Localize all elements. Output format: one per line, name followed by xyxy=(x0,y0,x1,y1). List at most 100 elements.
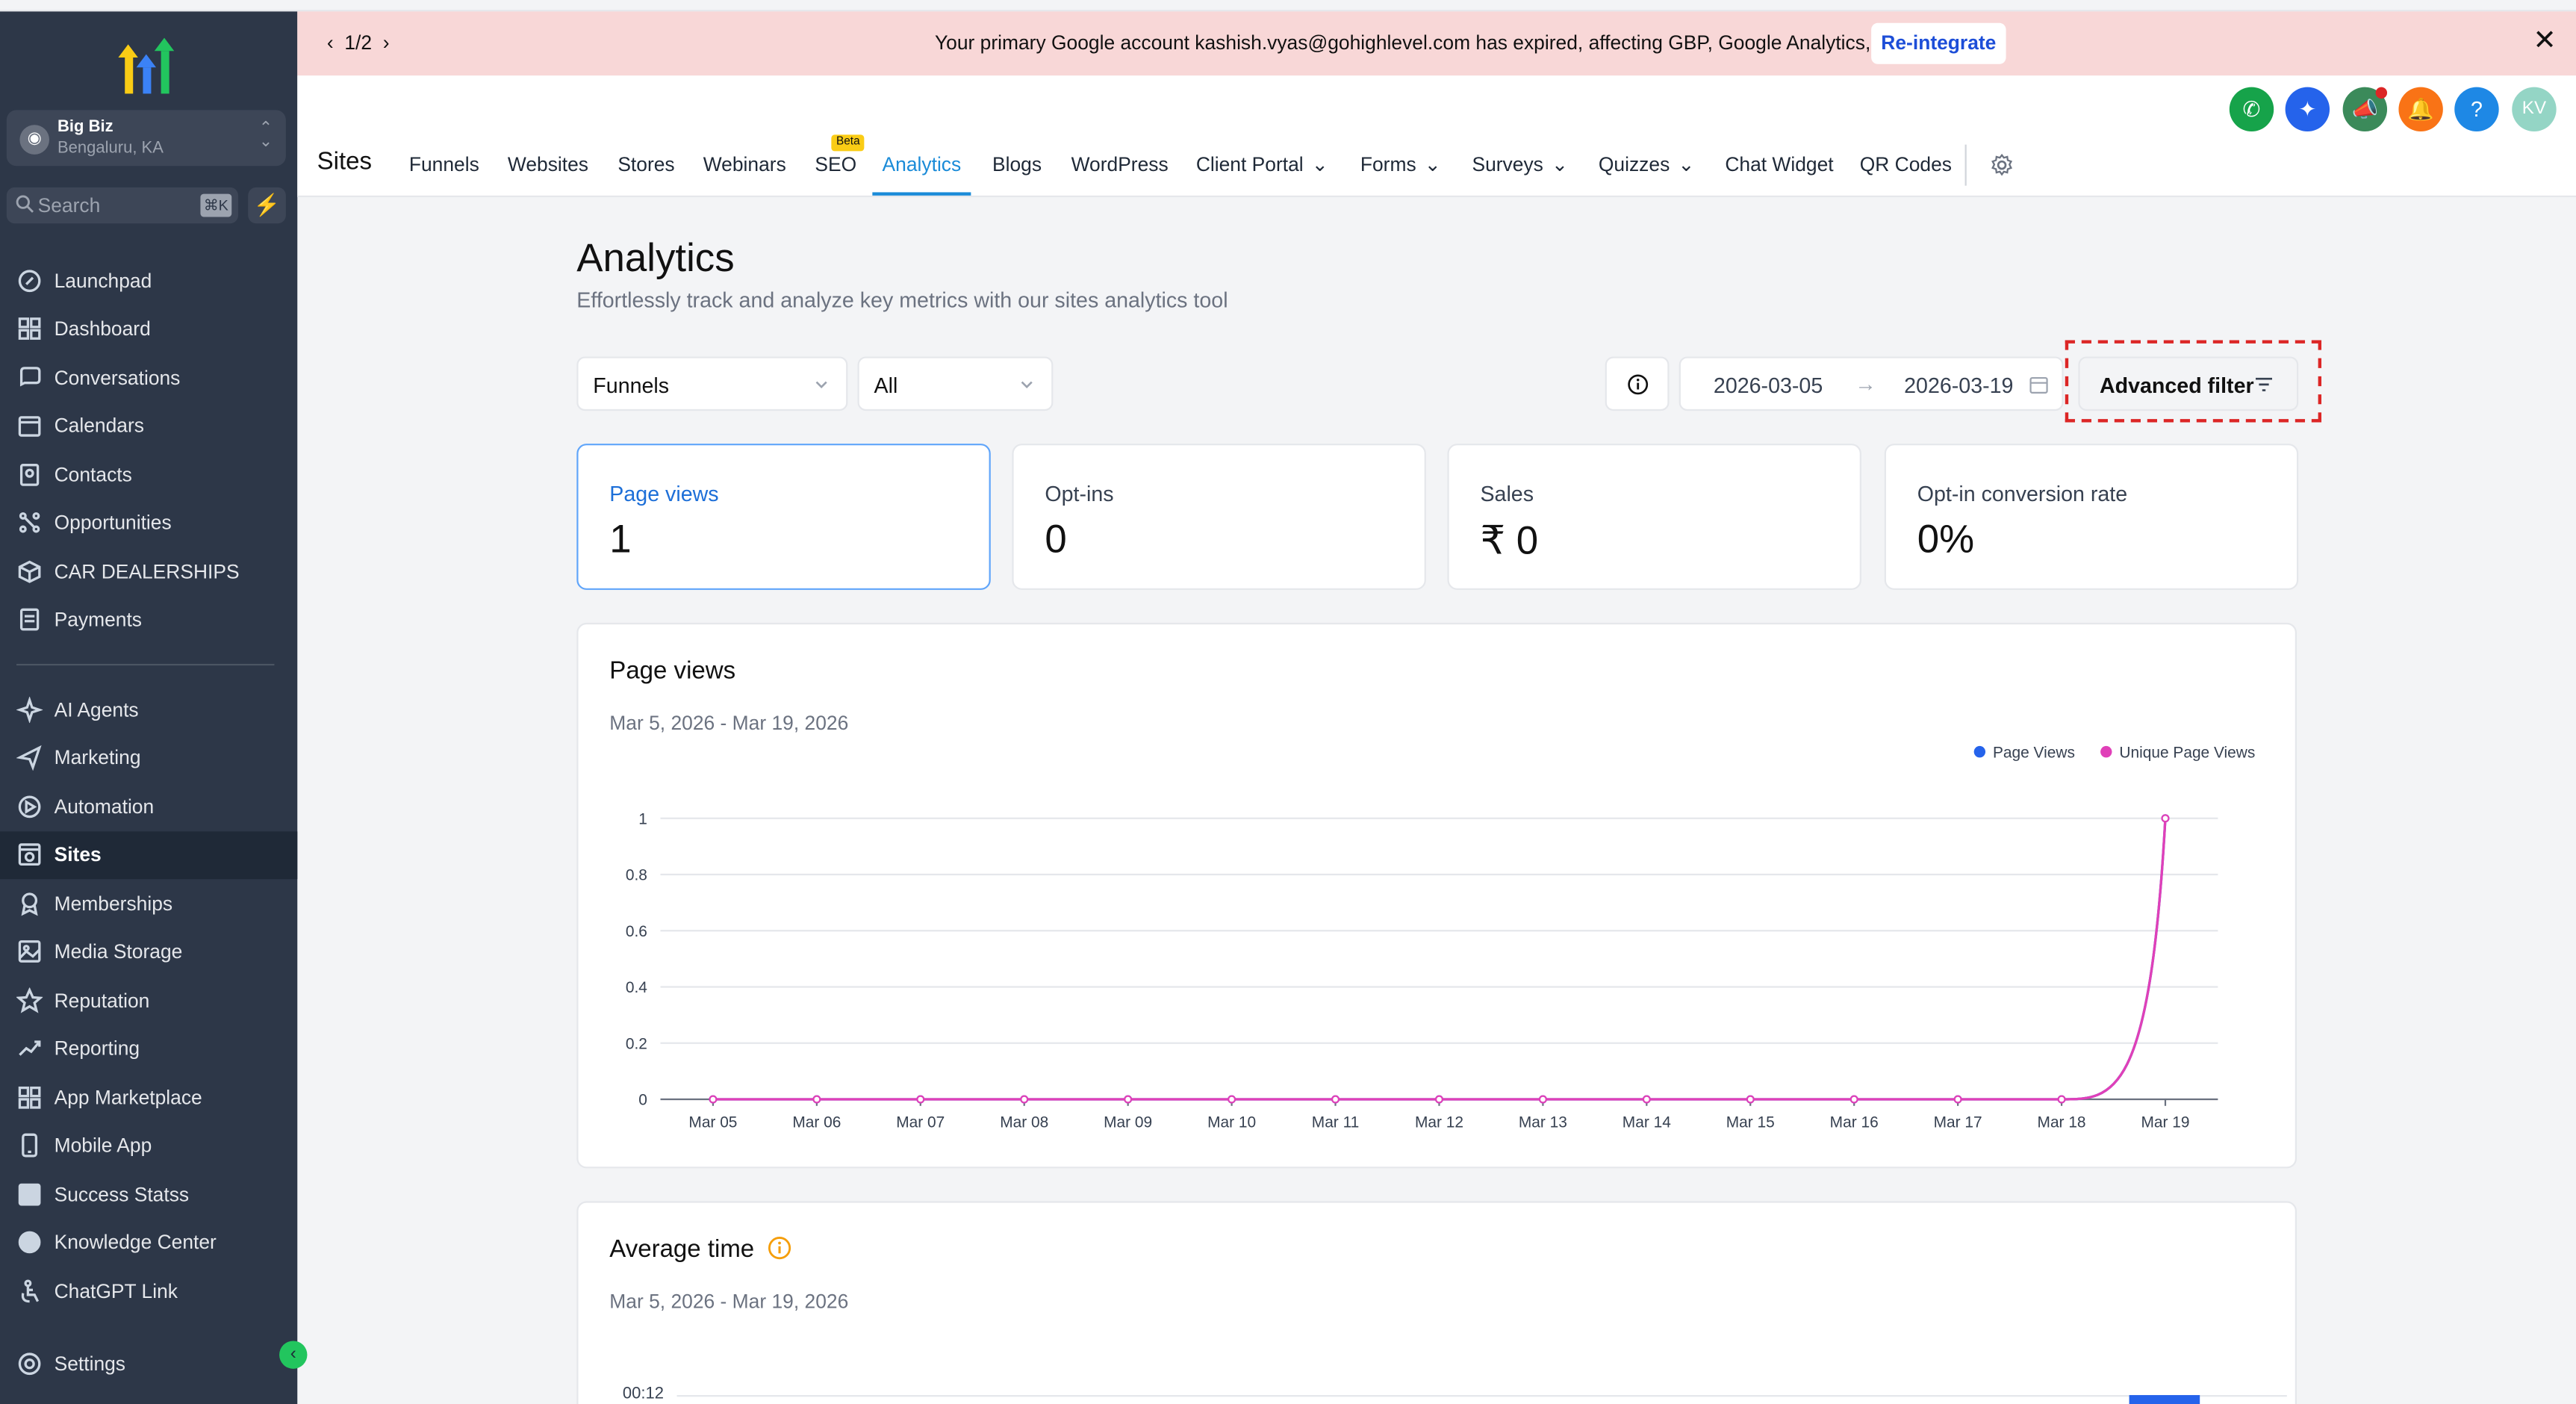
avatar[interactable]: KV xyxy=(2512,87,2557,132)
stat-card-sales[interactable]: Sales ₹ 0 xyxy=(1447,444,1861,590)
stat-card-page-views[interactable]: Page views 1 xyxy=(576,444,991,590)
page-views-panel: Page views Mar 5, 2026 - Mar 19, 2026 00… xyxy=(576,622,2297,1169)
tab-label: SEO xyxy=(815,152,857,176)
tab-chat-widget[interactable]: Chat Widget xyxy=(1725,153,1833,196)
help-icon[interactable]: ? xyxy=(2454,87,2499,132)
success-statss-icon xyxy=(18,1182,41,1205)
panel-date-range: Mar 5, 2026 - Mar 19, 2026 xyxy=(609,1290,849,1314)
tab-client-portal[interactable]: Client Portal ⌄ xyxy=(1196,153,1328,196)
info-icon[interactable] xyxy=(768,1236,792,1261)
settings-gear-icon[interactable] xyxy=(1990,153,2015,178)
arrow-right-icon: → xyxy=(1855,371,1876,397)
tab-label: Websites xyxy=(507,152,589,176)
tab-label: Funnels xyxy=(408,152,479,176)
sidebar-item-label: Settings xyxy=(54,1351,126,1375)
sidebar-item-payments[interactable]: Payments xyxy=(0,596,297,644)
sidebar-item-success-statss[interactable]: Success Statss xyxy=(0,1170,297,1218)
sidebar-item-automation[interactable]: Automation xyxy=(0,782,297,830)
launchpad-icon xyxy=(18,269,41,292)
sidebar-item-marketing[interactable]: Marketing xyxy=(0,733,297,781)
sidebar-item-media-storage[interactable]: Media Storage xyxy=(0,928,297,975)
phone-icon[interactable]: ✆ xyxy=(2229,87,2274,132)
info-button[interactable] xyxy=(1605,356,1670,411)
sidebar-collapse-button[interactable]: ‹ xyxy=(279,1341,308,1369)
tab-websites[interactable]: Websites xyxy=(508,153,588,196)
sidebar-item-sites[interactable]: Sites xyxy=(0,830,298,879)
tab-seo[interactable]: SEO xyxy=(815,153,856,196)
sidebar-item-ai-agents[interactable]: AI Agents xyxy=(0,686,297,733)
sidebar-item-chatgpt-link[interactable]: ChatGPT Link xyxy=(0,1267,297,1314)
tab-stores[interactable]: Stores xyxy=(617,153,674,196)
tab-forms[interactable]: Forms ⌄ xyxy=(1360,153,1441,196)
sidebar-item-label: Marketing xyxy=(54,745,141,769)
ai-agents-icon xyxy=(16,695,43,723)
sidebar-item-memberships[interactable]: Memberships xyxy=(0,879,297,927)
sidebar-search[interactable]: Search ⌘K xyxy=(6,187,239,224)
tab-label: WordPress xyxy=(1071,152,1169,176)
sidebar-item-label: Conversations xyxy=(54,365,181,389)
stat-card-opt-in-conversion-rate[interactable]: Opt-in conversion rate 0% xyxy=(1884,444,2299,590)
sidebar-item-label: Reporting xyxy=(54,1037,140,1060)
sidebar: ◉ Big Biz Bengaluru, KA ⌃ ⌄ Search ⌘K ⚡ L… xyxy=(0,11,298,1404)
tab-surveys[interactable]: Surveys ⌄ xyxy=(1472,153,1568,196)
data-point xyxy=(1124,1095,1133,1104)
tab-webinars[interactable]: Webinars xyxy=(703,153,786,196)
sidebar-item-reporting[interactable]: Reporting xyxy=(0,1025,297,1072)
sidebar-item-dashboard[interactable]: Dashboard xyxy=(0,305,297,352)
sidebar-item-reputation[interactable]: Reputation xyxy=(0,976,297,1024)
tab-separator xyxy=(1964,144,1967,186)
advanced-filter-button[interactable]: Advanced filter xyxy=(2078,356,2299,411)
sidebar-item-conversations[interactable]: Conversations xyxy=(0,353,297,401)
sidebar-item-label: Success Statss xyxy=(54,1182,190,1205)
date-start[interactable]: 2026-03-05 xyxy=(1714,373,1823,397)
stat-label: Sales xyxy=(1480,481,1534,506)
item-select[interactable]: All xyxy=(857,356,1054,411)
tab-wordpress[interactable]: WordPress xyxy=(1071,153,1169,196)
date-range-picker[interactable]: 2026-03-05 → 2026-03-19 xyxy=(1679,356,2064,411)
tab-quizzes[interactable]: Quizzes ⌄ xyxy=(1599,153,1695,196)
automation-icon xyxy=(18,795,41,818)
tab-funnels[interactable]: Funnels xyxy=(409,153,479,196)
banner-pager[interactable]: ‹ 1/2 › xyxy=(327,31,390,55)
stat-value: 1 xyxy=(609,518,632,562)
quick-action-bolt-icon[interactable]: ⚡ xyxy=(248,187,286,224)
sidebar-item-launchpad[interactable]: Launchpad xyxy=(0,256,297,304)
stat-label: Opt-ins xyxy=(1045,481,1114,506)
stat-card-opt-ins[interactable]: Opt-ins 0 xyxy=(1012,444,1426,590)
sidebar-item-calendars[interactable]: Calendars xyxy=(0,402,297,450)
sidebar-item-contacts[interactable]: Contacts xyxy=(0,450,297,498)
banner-message: Your primary Google account kashish.vyas… xyxy=(934,31,1908,55)
date-end[interactable]: 2026-03-19 xyxy=(1904,373,2013,397)
tab-blogs[interactable]: Blogs xyxy=(992,153,1042,196)
sidebar-item-label: Reputation xyxy=(54,988,150,1012)
mobile-app-icon xyxy=(22,1133,38,1158)
sidebar-item-app-marketplace[interactable]: App Marketplace xyxy=(0,1073,297,1121)
y-tick-label: 0 xyxy=(638,1092,647,1109)
tab-analytics[interactable]: Analytics xyxy=(872,153,971,196)
stat-label: Opt-in conversion rate xyxy=(1917,481,2128,506)
sidebar-item-mobile-app[interactable]: Mobile App xyxy=(0,1122,297,1170)
marketing-icon xyxy=(16,745,42,771)
account-switcher[interactable]: ◉ Big Biz Bengaluru, KA ⌃ ⌄ xyxy=(6,110,286,167)
sidebar-item-knowledge-center[interactable]: Knowledge Center xyxy=(0,1219,297,1267)
sidebar-item-label: Memberships xyxy=(54,891,173,915)
stat-label: Page views xyxy=(609,481,719,506)
sidebar-item-car-dealerships[interactable]: CAR DEALERSHIPS xyxy=(0,547,297,595)
bell-icon[interactable]: 🔔 xyxy=(2398,87,2443,132)
chevron-down-icon xyxy=(1021,381,1033,389)
y-tick-label: 00:12 xyxy=(622,1385,664,1404)
gear-icon xyxy=(18,1352,41,1375)
close-icon[interactable]: ✕ xyxy=(2533,25,2556,58)
sidebar-item-opportunities[interactable]: Opportunities xyxy=(0,499,297,547)
reintegrate-button[interactable]: Re-integrate xyxy=(1871,22,2006,64)
sidebar-item-settings[interactable]: Settings xyxy=(0,1339,297,1387)
knowledge-center-icon xyxy=(18,1231,41,1254)
tab-label: QR Codes xyxy=(1859,152,1953,176)
tab-label: Chat Widget xyxy=(1725,152,1834,176)
type-select[interactable]: Funnels xyxy=(576,356,848,411)
tab-qr-codes[interactable]: QR Codes xyxy=(1860,153,1952,196)
y-tick-label: 0.4 xyxy=(626,979,647,996)
sidebar-item-label: AI Agents xyxy=(54,698,139,721)
y-tick-label: 1 xyxy=(638,810,647,827)
ai-sparkle-icon[interactable]: ✦ xyxy=(2285,87,2330,132)
